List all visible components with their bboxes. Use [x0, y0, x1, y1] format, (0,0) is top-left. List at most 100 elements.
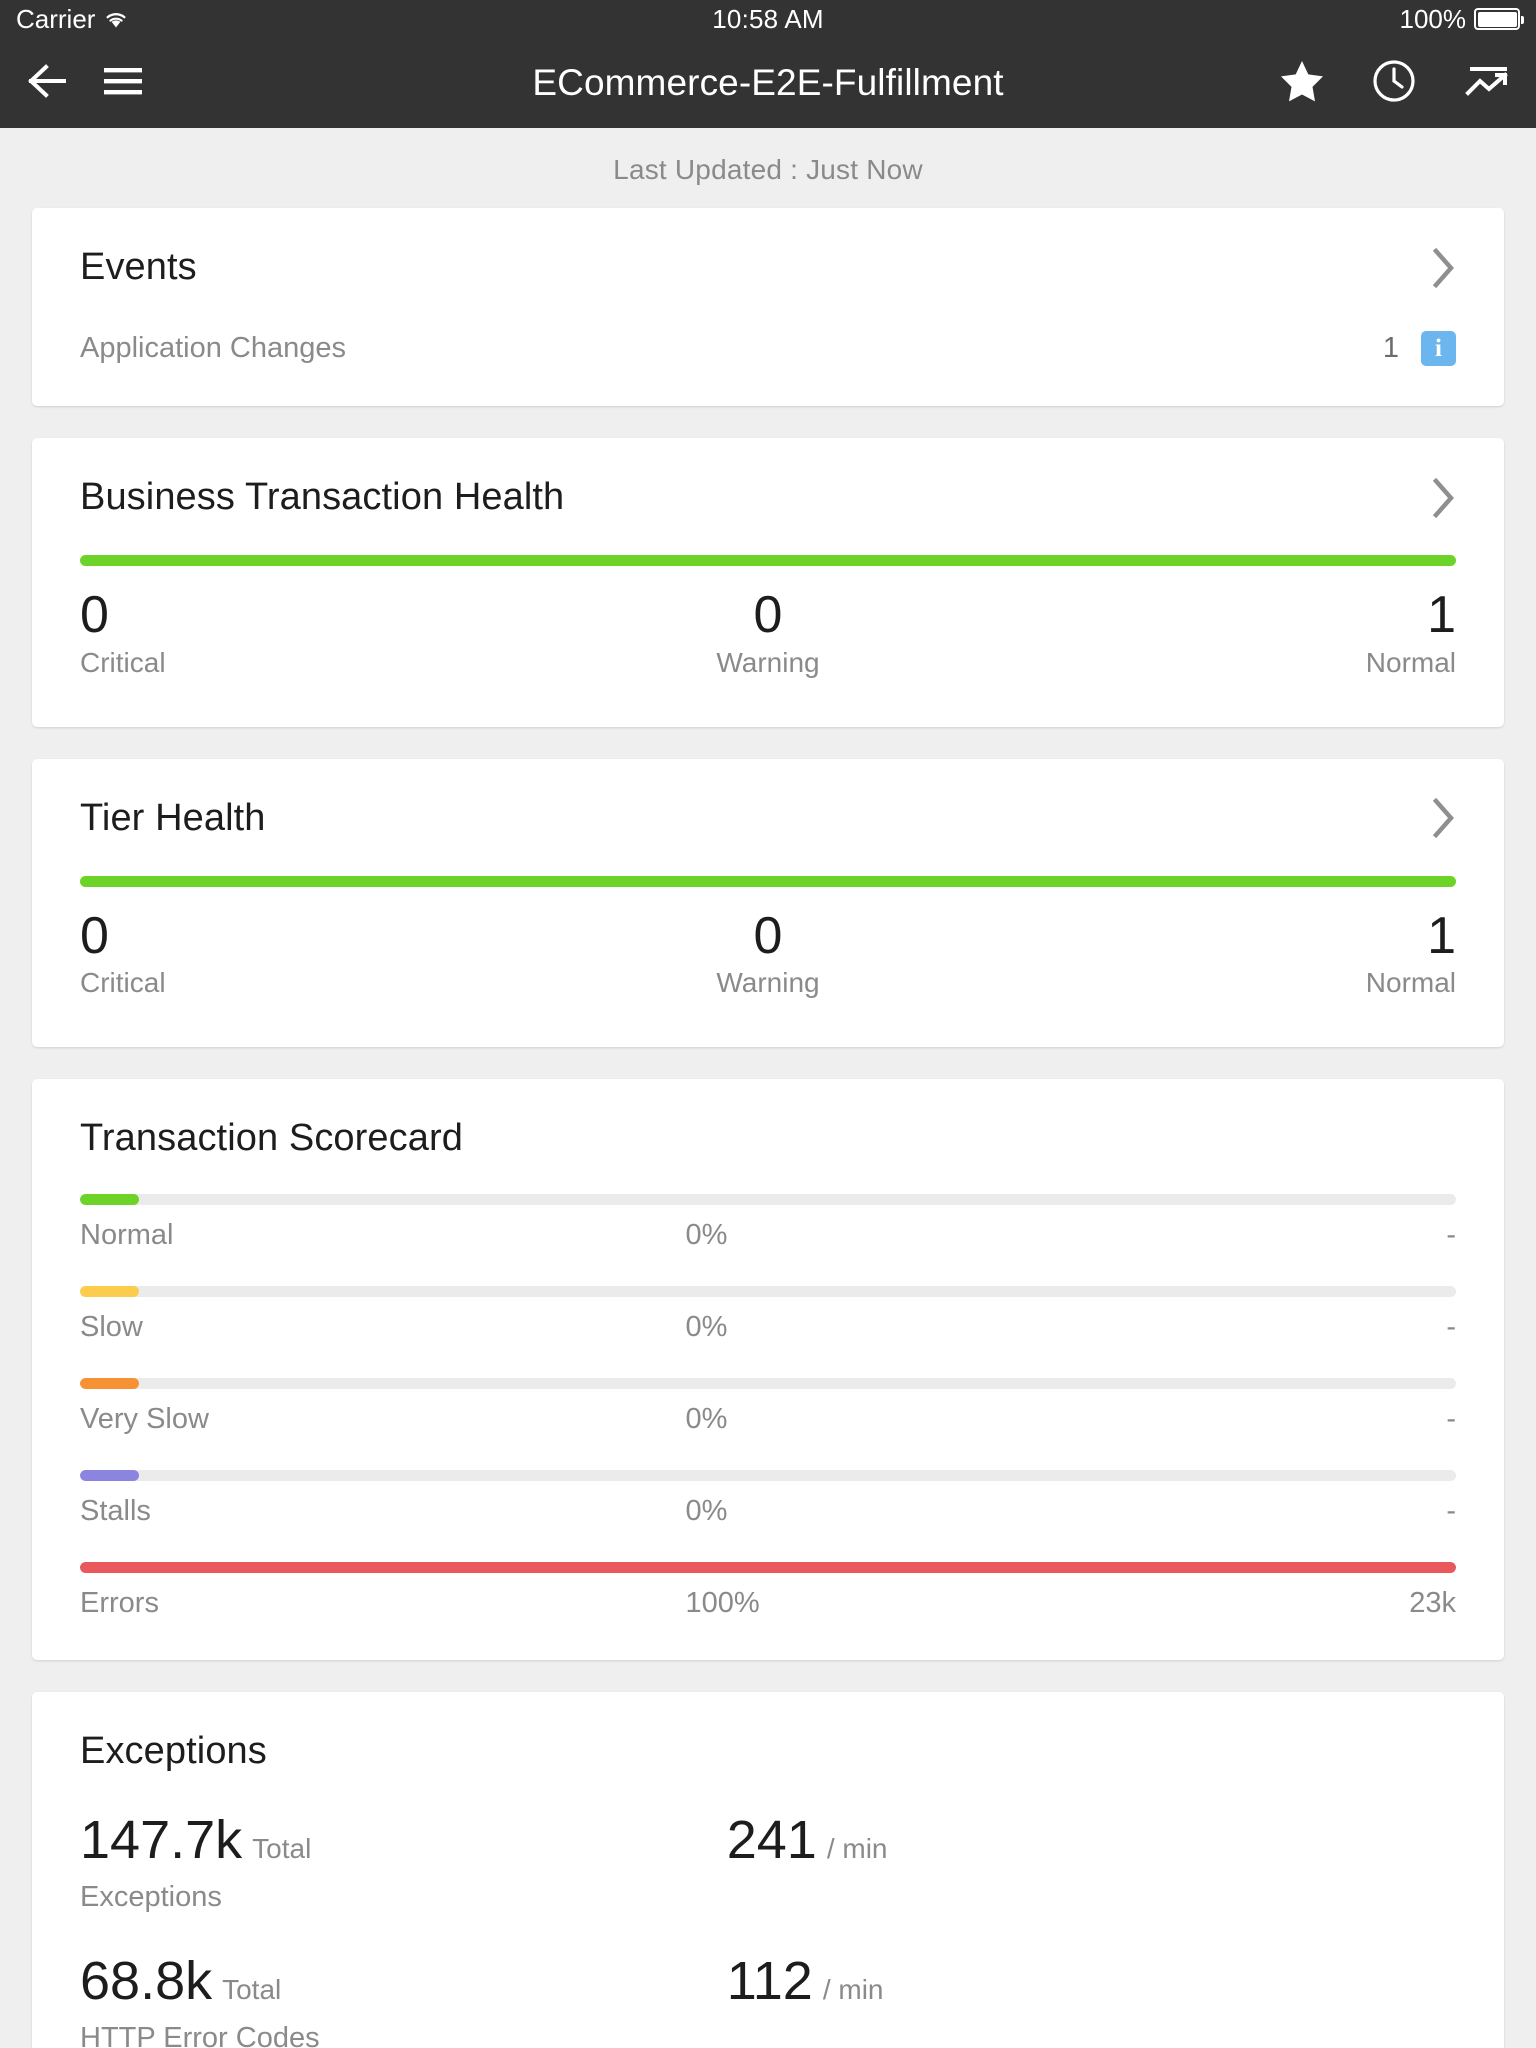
- tier-health-warning-label: Warning: [716, 967, 820, 999]
- event-count: 1: [1382, 332, 1399, 364]
- scorecard-row-percent: 0%: [685, 1311, 728, 1344]
- bt-health-card-header[interactable]: Business Transaction Health: [80, 438, 1456, 519]
- exception-total-unit: Total: [222, 1974, 282, 2006]
- clock-icon[interactable]: [1372, 59, 1416, 108]
- scorecard-bar-track: [80, 1378, 1456, 1390]
- events-card-header[interactable]: Events: [80, 208, 1456, 289]
- scorecard-bar-fill: [80, 1286, 140, 1298]
- tier-health-warning: 0 Warning: [539, 906, 998, 1000]
- bt-health-normal: 1 Normal: [997, 588, 1456, 679]
- exception-row: 68.8k Total HTTP Error Codes 112/ min: [80, 1954, 1456, 2048]
- scorecard-row-name: Slow: [80, 1311, 143, 1344]
- scorecard-row-labels: Stalls 0% -: [80, 1495, 1456, 1528]
- event-label: Application Changes: [80, 332, 347, 364]
- dashboard-content: Last Updated : Just Now Events Applicati…: [0, 128, 1536, 2048]
- bt-health-warning-label: Warning: [716, 646, 820, 678]
- scorecard-bar-fill: [80, 1378, 140, 1390]
- bt-health-normal-label: Normal: [1365, 646, 1457, 678]
- scorecard-card-header: Transaction Scorecard: [80, 1079, 1456, 1160]
- chevron-right-icon[interactable]: [1432, 247, 1456, 289]
- tier-health-title: Tier Health: [80, 796, 266, 839]
- bt-health-critical: 0 Critical: [80, 588, 539, 679]
- exception-total-group: 68.8k Total HTTP Error Codes: [80, 1954, 727, 2048]
- tier-health-normal-label: Normal: [1365, 967, 1457, 999]
- scorecard-row-name: Errors: [80, 1587, 159, 1620]
- scorecard-bar-fill: [80, 1562, 1456, 1574]
- scorecard-bar-track: [80, 1194, 1456, 1206]
- hamburger-menu-icon[interactable]: [104, 66, 142, 101]
- info-icon[interactable]: i: [1421, 331, 1456, 366]
- scorecard-row-percent: 0%: [685, 1219, 728, 1252]
- scorecard-title: Transaction Scorecard: [80, 1117, 463, 1160]
- line-chart-icon[interactable]: [1464, 61, 1510, 106]
- bt-health-normal-value: 1: [1427, 586, 1457, 644]
- tier-health-status-bar: [80, 875, 1456, 887]
- tier-health-card[interactable]: Tier Health 0 Critical 0 Warning 1 Norma…: [32, 758, 1504, 1048]
- scorecard-row-count: -: [1446, 1403, 1456, 1436]
- scorecard-row-percent: 0%: [685, 1495, 728, 1528]
- last-updated-label: Last Updated : Just Now: [613, 154, 923, 185]
- chevron-right-icon[interactable]: [1432, 477, 1456, 519]
- scorecard-row-count: 23k: [1409, 1587, 1456, 1620]
- scorecard-bar-track: [80, 1562, 1456, 1574]
- tier-health-normal: 1 Normal: [997, 906, 1457, 1000]
- scorecard-row-name: Normal: [80, 1219, 174, 1252]
- exception-rate-group: 241 / min: [727, 1813, 1456, 1914]
- exception-rate-group: 112 / min: [727, 1954, 1456, 2048]
- exception-name: Exceptions: [80, 1881, 222, 1914]
- scorecard-row: Errors 100% 23k: [80, 1562, 1456, 1620]
- scorecard-bar-fill: [80, 1470, 140, 1482]
- events-card[interactable]: Events Application Changes 1 i: [32, 208, 1504, 406]
- scorecard-row-name: Very Slow: [80, 1403, 209, 1436]
- bt-health-critical-value: 0: [80, 586, 109, 644]
- exception-rate-value: 112: [726, 1951, 813, 2012]
- exceptions-card: Exceptions 147.7k Total Exceptions 241/ m…: [32, 1692, 1504, 2048]
- exception-total-line: 147.7k Total: [80, 1813, 727, 1867]
- scorecard-row-count: -: [1446, 1311, 1456, 1344]
- bt-health-warning: 0 Warning: [539, 588, 998, 679]
- business-transaction-health-card[interactable]: Business Transaction Health 0 Critical 0…: [32, 438, 1504, 727]
- nav-left-group: [26, 61, 142, 106]
- exception-total-value: 68.8k: [80, 1951, 213, 2012]
- scorecard-row-percent: 100%: [685, 1587, 760, 1620]
- scorecard-row-count: -: [1446, 1495, 1456, 1528]
- scorecard-row-percent: 0%: [685, 1403, 728, 1436]
- tier-health-stats: 0 Critical 0 Warning 1 Normal: [80, 906, 1457, 1048]
- battery-fill: [1477, 11, 1517, 27]
- scorecard-row-count: -: [1446, 1219, 1456, 1252]
- exception-total-value: 147.7k: [80, 1810, 243, 1871]
- scorecard-row-labels: Slow 0% -: [80, 1311, 1456, 1344]
- tier-health-critical-label: Critical: [80, 967, 166, 999]
- nav-bar: ECommerce-E2E-Fulfillment: [0, 38, 1536, 128]
- bt-health-title: Business Transaction Health: [80, 476, 565, 518]
- scorecard-row: Very Slow 0% -: [80, 1378, 1456, 1436]
- nav-right-group: [1280, 59, 1510, 108]
- events-title: Events: [80, 246, 197, 288]
- scorecard-bar-track: [80, 1286, 1456, 1298]
- battery-percent-label: 100%: [1399, 3, 1467, 34]
- tier-health-warning-value: 0: [753, 906, 783, 965]
- scorecard-row: Stalls 0% -: [80, 1470, 1456, 1528]
- status-bar: Carrier 10:58 AM 100%: [0, 0, 1536, 38]
- exception-rate-unit: / min: [822, 1974, 884, 2006]
- back-arrow-icon[interactable]: [26, 61, 72, 106]
- bt-health-critical-label: Critical: [80, 646, 166, 678]
- scorecard-row-name: Stalls: [80, 1495, 151, 1528]
- tier-health-normal-value: 1: [1427, 906, 1457, 965]
- exception-row: 147.7k Total Exceptions 241/ min: [80, 1813, 1456, 1914]
- event-row[interactable]: Application Changes 1 i: [80, 331, 1456, 366]
- scorecard-row-labels: Errors 100% 23k: [80, 1587, 1456, 1620]
- exception-total-group: 147.7k Total Exceptions: [80, 1813, 727, 1914]
- tier-health-critical-value: 0: [80, 906, 109, 965]
- exception-rate-unit: / min: [826, 1833, 888, 1865]
- exceptions-title: Exceptions: [80, 1730, 267, 1773]
- chevron-right-icon[interactable]: [1432, 797, 1456, 839]
- event-row-right: 1 i: [1383, 331, 1456, 366]
- tier-health-card-header[interactable]: Tier Health: [80, 759, 1456, 840]
- status-bar-time: 10:58 AM: [712, 3, 824, 34]
- exception-total-unit: Total: [252, 1833, 312, 1865]
- status-bar-right: 100%: [1399, 3, 1524, 35]
- scorecard-row-labels: Very Slow 0% -: [80, 1403, 1456, 1436]
- star-icon[interactable]: [1280, 60, 1324, 107]
- scorecard-row-labels: Normal 0% -: [80, 1219, 1456, 1252]
